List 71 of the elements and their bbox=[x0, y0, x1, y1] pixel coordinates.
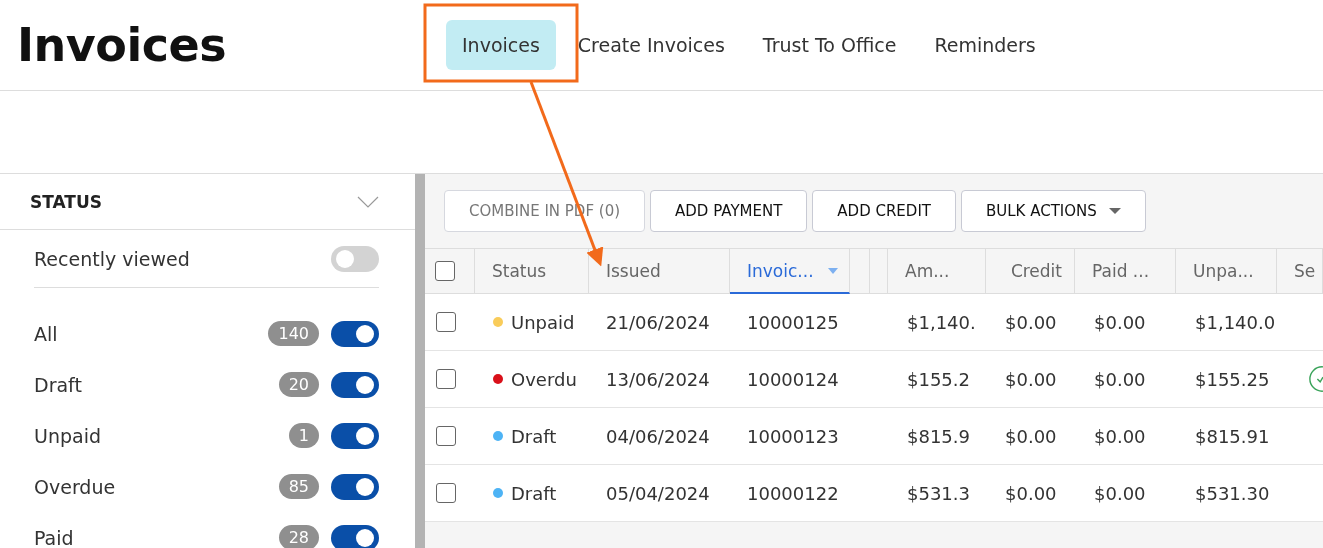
chevron-down-icon[interactable] bbox=[357, 195, 379, 208]
table-cell: 10000123 bbox=[730, 408, 850, 465]
table-cell: $531.30 bbox=[1176, 465, 1277, 522]
column-header[interactable]: Issued bbox=[589, 249, 730, 294]
table-cell: $0.00 bbox=[1075, 351, 1176, 408]
sort-caret-icon bbox=[827, 267, 838, 274]
count-badge: 140 bbox=[268, 321, 319, 346]
filter-label: Unpaid bbox=[34, 424, 101, 447]
toolbar-button[interactable]: ADD PAYMENT bbox=[650, 190, 808, 232]
table-cell: $0.00 bbox=[986, 465, 1075, 522]
checkbox[interactable] bbox=[436, 312, 456, 332]
count-badge: 1 bbox=[288, 423, 319, 448]
table-cell: $1,140.0 bbox=[1176, 294, 1277, 351]
toggle-switch[interactable] bbox=[331, 371, 379, 398]
table-cell: $155.25 bbox=[1176, 351, 1277, 408]
column-header[interactable]: Paid ... bbox=[1075, 249, 1176, 294]
status-text: Draft bbox=[511, 425, 557, 447]
toolbar-button[interactable]: BULK ACTIONS bbox=[961, 190, 1146, 232]
table-cell: $0.00 bbox=[1075, 408, 1176, 465]
count-badge: 20 bbox=[278, 372, 319, 397]
toggle-switch[interactable] bbox=[331, 320, 379, 347]
column-header[interactable]: Unpa... bbox=[1176, 249, 1277, 294]
toolbar-button[interactable]: ADD CREDIT bbox=[812, 190, 956, 232]
table-cell: $1,140. bbox=[888, 294, 986, 351]
filter-label: Paid bbox=[34, 526, 74, 548]
count-badge: 85 bbox=[278, 474, 319, 499]
page-title: Invoices bbox=[17, 18, 228, 72]
table-cell: 10000124 bbox=[730, 351, 850, 408]
table-cell: $155.2 bbox=[888, 351, 986, 408]
table-cell: 04/06/2024 bbox=[589, 408, 730, 465]
toggle-switch[interactable] bbox=[331, 422, 379, 449]
tab[interactable]: Create Invoices bbox=[561, 20, 741, 70]
filter-label: Overdue bbox=[34, 475, 116, 498]
status-text: Draft bbox=[511, 482, 557, 504]
toggle-switch[interactable] bbox=[331, 524, 379, 548]
table-cell: 05/04/2024 bbox=[589, 465, 730, 522]
table-cell: $0.00 bbox=[986, 351, 1075, 408]
column-header[interactable]: Se bbox=[1277, 249, 1323, 294]
status-text: Unpaid bbox=[511, 311, 575, 333]
scrollbar[interactable] bbox=[415, 174, 425, 548]
toggle-switch[interactable] bbox=[331, 473, 379, 500]
table-cell: $815.9 bbox=[888, 408, 986, 465]
table-cell: $0.00 bbox=[1075, 294, 1176, 351]
checkbox[interactable] bbox=[436, 369, 456, 389]
tab[interactable]: Reminders bbox=[918, 20, 1052, 70]
table-cell: $0.00 bbox=[986, 408, 1075, 465]
tab[interactable]: Invoices bbox=[446, 20, 556, 70]
column-header[interactable]: Am... bbox=[888, 249, 986, 294]
column-header[interactable]: Credit bbox=[986, 249, 1075, 294]
checkbox[interactable] bbox=[435, 261, 455, 281]
status-text: Overdu bbox=[511, 368, 577, 390]
table-cell: 21/06/2024 bbox=[589, 294, 730, 351]
table-cell: $0.00 bbox=[1075, 465, 1176, 522]
filter-title: STATUS bbox=[30, 191, 102, 212]
table-cell: $0.00 bbox=[986, 294, 1075, 351]
table-cell: $815.91 bbox=[1176, 408, 1277, 465]
tab[interactable]: Trust To Office bbox=[746, 20, 913, 70]
checkbox[interactable] bbox=[436, 426, 456, 446]
column-header[interactable]: Status bbox=[475, 249, 589, 294]
toggle-switch[interactable] bbox=[331, 245, 379, 272]
count-badge: 28 bbox=[278, 525, 319, 548]
table-cell: 13/06/2024 bbox=[589, 351, 730, 408]
column-header[interactable]: Invoic... bbox=[730, 249, 850, 294]
table-cell: 10000125 bbox=[730, 294, 850, 351]
caret-icon bbox=[1108, 208, 1121, 214]
filter-label: Draft bbox=[34, 373, 82, 396]
table-cell: $531.3 bbox=[888, 465, 986, 522]
checkbox[interactable] bbox=[436, 483, 456, 503]
filter-label: Recently viewed bbox=[34, 247, 190, 270]
table-cell: 10000122 bbox=[730, 465, 850, 522]
filter-label: All bbox=[34, 322, 58, 345]
